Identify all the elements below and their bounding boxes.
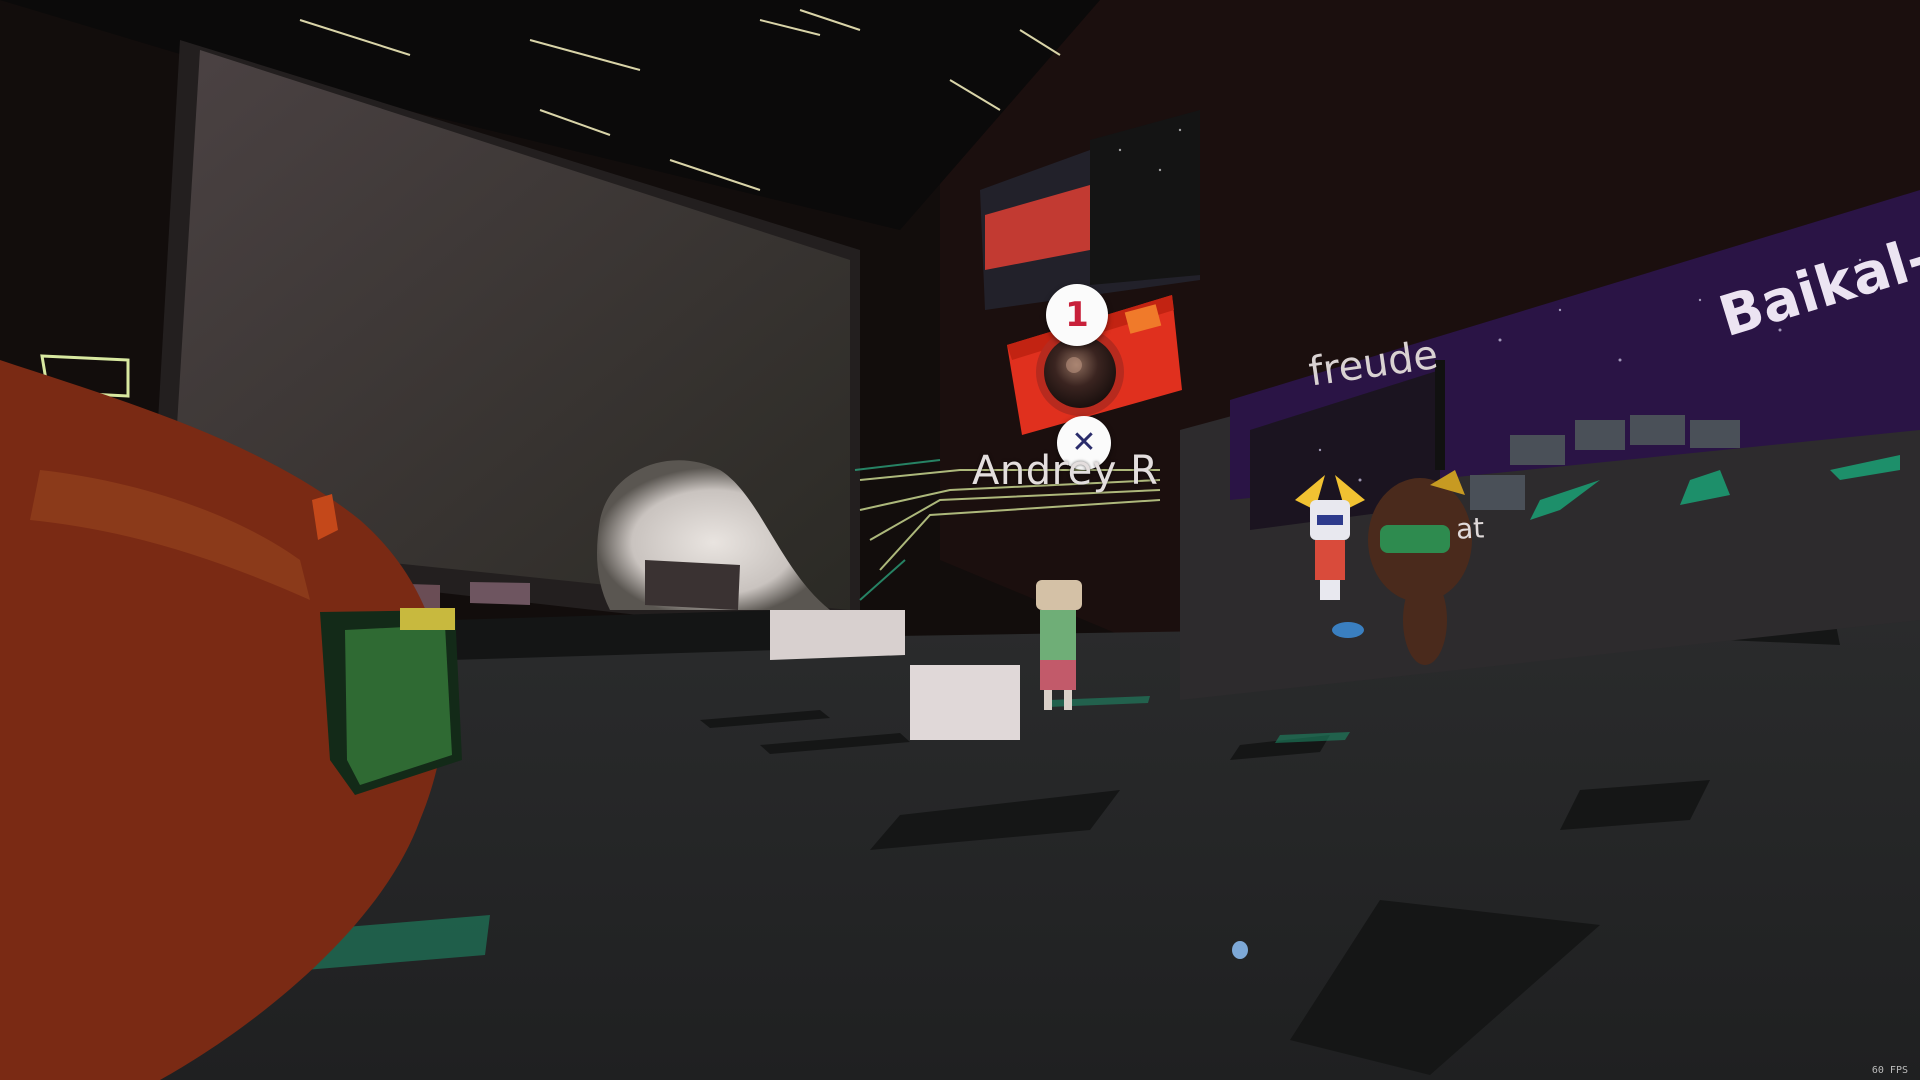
close-icon: ✕	[1071, 425, 1097, 460]
floor-marker	[1232, 941, 1248, 959]
photo-count-badge[interactable]: 1	[1046, 284, 1108, 346]
fps-counter: 60 FPS	[1871, 1065, 1908, 1076]
close-camera-button[interactable]: ✕	[1057, 416, 1111, 470]
3d-venue-scene[interactable]	[0, 0, 1920, 1080]
photo-count-label: 1	[1065, 295, 1089, 335]
local-avatar-goggles	[320, 608, 462, 795]
blue-bowl	[1332, 622, 1364, 638]
